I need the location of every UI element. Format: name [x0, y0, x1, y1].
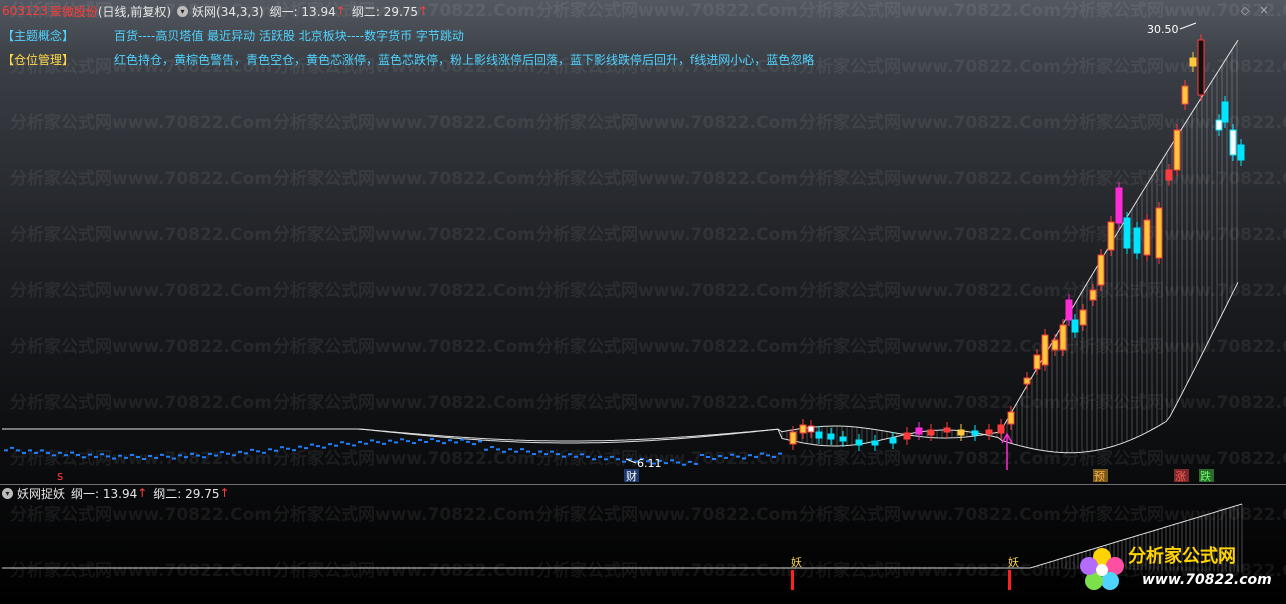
yao-mark-1: 妖	[791, 555, 802, 569]
flower-logo-icon	[1080, 548, 1124, 590]
yao-mark-2: 妖	[1008, 555, 1019, 569]
logo-name: 分析家公式网	[1128, 545, 1236, 567]
logo-url: www.70822.com	[1142, 572, 1272, 588]
sub-indicator-chart[interactable]: 妖 妖	[0, 0, 1286, 604]
site-logo: 分析家公式网 www.70822.com	[1076, 540, 1276, 600]
stock-chart-window: 分析家公式网www.70822.Com 分析家公式网www.70822.Com 分析…	[0, 0, 1286, 604]
